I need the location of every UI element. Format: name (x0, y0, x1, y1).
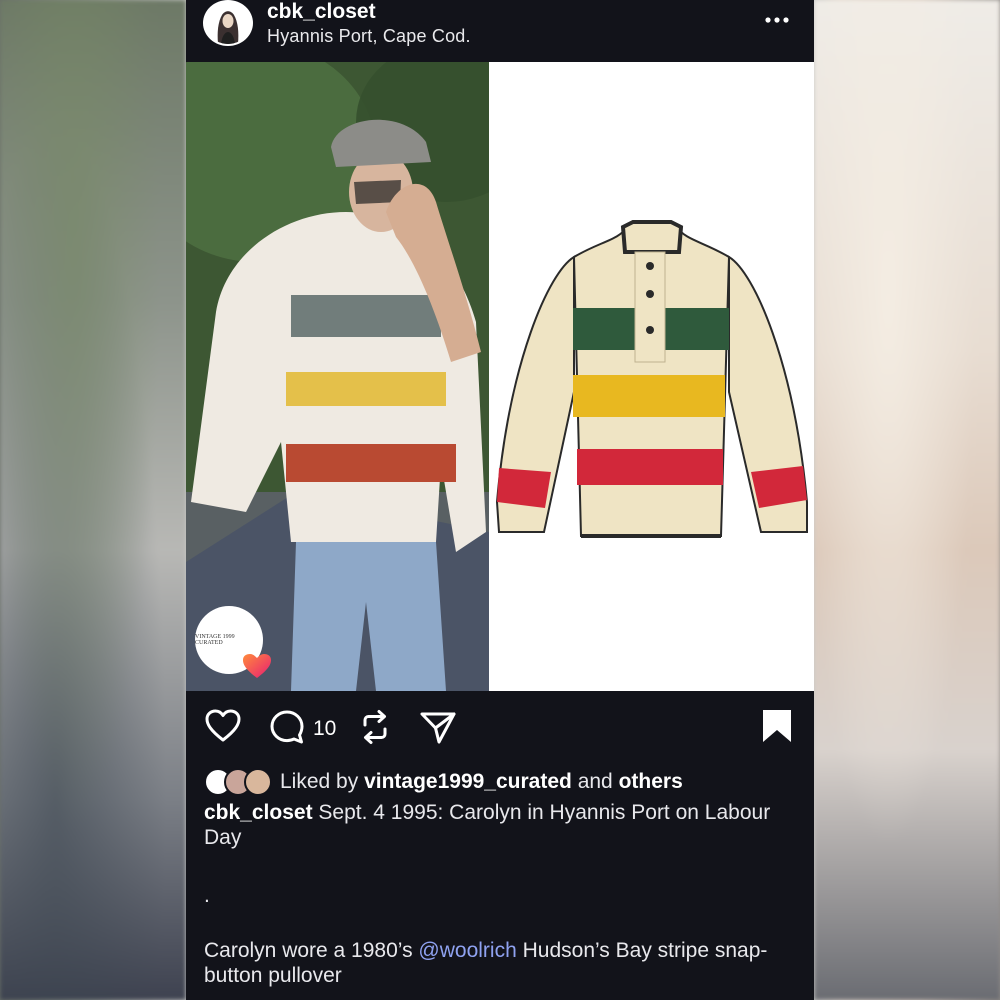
post-media[interactable]: VINTAGE 1999 CURATED (186, 62, 814, 691)
liked-by-others[interactable]: others (619, 770, 683, 794)
share-send-icon[interactable] (418, 708, 458, 751)
like-heart-icon[interactable] (204, 708, 242, 749)
archival-photo: VINTAGE 1999 CURATED (186, 62, 489, 691)
more-options-icon[interactable] (764, 10, 794, 30)
comment-count[interactable]: 10 (313, 717, 336, 741)
comment-icon[interactable] (268, 708, 306, 751)
liked-by-label: Liked by (280, 770, 359, 793)
heart-badge-icon (242, 653, 272, 679)
caption-body-text: Carolyn wore a 1980’s (204, 939, 413, 962)
product-photo (489, 62, 814, 691)
action-bar: 10 (186, 708, 814, 748)
mention-link[interactable]: @woolrich (418, 939, 516, 962)
likes-summary[interactable]: Liked by vintage1999_curated and others (204, 768, 683, 796)
blurred-background-left (0, 0, 186, 1000)
caption-username[interactable]: cbk_closet (204, 801, 313, 824)
liked-by-and: and (577, 770, 613, 793)
caption-body: Carolyn wore a 1980’s @woolrich Hudson’s… (204, 938, 794, 988)
profile-avatar[interactable] (203, 0, 253, 46)
liker-avatars (204, 768, 274, 796)
post-username[interactable]: cbk_closet (267, 0, 376, 24)
liked-by-user[interactable]: vintage1999_curated (364, 770, 572, 794)
liker-avatar (244, 768, 272, 796)
repost-icon[interactable] (357, 708, 393, 751)
post-caption: cbk_closet Sept. 4 1995: Carolyn in Hyan… (204, 800, 794, 850)
bookmark-icon[interactable] (762, 708, 792, 749)
instagram-post: cbk_closet Hyannis Port, Cape Cod. VINTA… (186, 0, 814, 1000)
post-header: cbk_closet Hyannis Port, Cape Cod. (186, 0, 814, 62)
post-location[interactable]: Hyannis Port, Cape Cod. (267, 26, 471, 47)
blurred-background-right (814, 0, 1000, 1000)
caption-separator: . (204, 884, 210, 907)
